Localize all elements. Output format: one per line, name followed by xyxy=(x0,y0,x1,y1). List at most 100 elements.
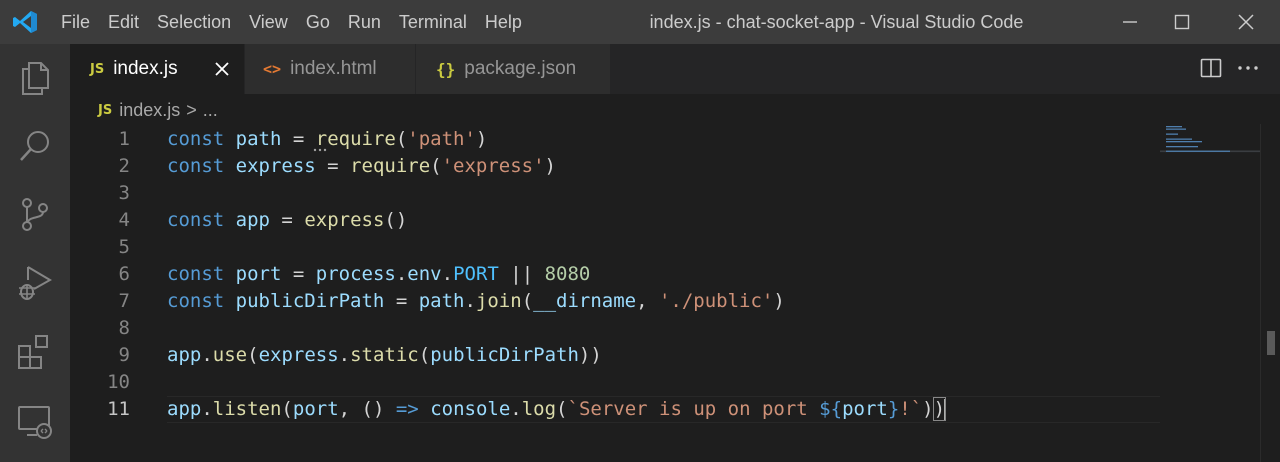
maximize-button[interactable] xyxy=(1152,0,1212,44)
code-token: . xyxy=(395,263,408,285)
minimize-icon xyxy=(1123,21,1137,23)
run-debug-button[interactable] xyxy=(15,262,55,302)
code-line[interactable]: 3 xyxy=(70,180,1260,207)
code-token: const xyxy=(167,263,225,285)
tab-index-js[interactable]: JS index.js xyxy=(70,44,244,94)
code-line[interactable]: 10 xyxy=(70,369,1260,396)
code-text: app.listen(port, () => console.log(`Serv… xyxy=(167,396,947,423)
tab-label: index.html xyxy=(290,58,377,79)
line-number: 9 xyxy=(118,344,130,366)
code-token: ${ xyxy=(819,398,843,420)
scrollbar-thumb[interactable] xyxy=(1267,331,1275,355)
code-token: ( xyxy=(281,398,293,420)
code-token: ( xyxy=(521,290,534,312)
tab-package-json[interactable]: {} package.json xyxy=(416,44,610,94)
tab-label: package.json xyxy=(464,58,577,79)
activity-bar xyxy=(0,44,70,462)
code-token: join xyxy=(475,290,522,312)
more-actions-icon[interactable] xyxy=(1236,56,1260,80)
code-token: . xyxy=(464,290,476,312)
menu-file[interactable]: File xyxy=(52,0,99,44)
code-token: express xyxy=(258,344,339,366)
code-line[interactable]: 5 xyxy=(70,234,1260,261)
menu-bar: File Edit Selection View Go Run Terminal… xyxy=(52,0,531,44)
code-token: PORT xyxy=(453,263,499,285)
menu-terminal[interactable]: Terminal xyxy=(390,0,476,44)
code-token: . xyxy=(510,398,522,420)
code-token: publicDirPath xyxy=(235,290,385,312)
code-line[interactable]: 2 const express = require('express') xyxy=(70,153,1260,180)
breadcrumb-file[interactable]: index.js xyxy=(119,100,180,121)
menu-go[interactable]: Go xyxy=(297,0,339,44)
line-number: 10 xyxy=(107,371,130,393)
code-text: const publicDirPath = path.join(__dirnam… xyxy=(167,288,785,315)
menu-selection[interactable]: Selection xyxy=(148,0,240,44)
split-editor-icon[interactable] xyxy=(1199,56,1223,80)
code-line[interactable]: 8 xyxy=(70,315,1260,342)
search-icon xyxy=(20,131,49,161)
code-line[interactable]: 9 app.use(express.static(publicDirPath)) xyxy=(70,342,1260,369)
code-text: app.use(express.static(publicDirPath)) xyxy=(167,342,602,369)
code-token: ) xyxy=(773,290,785,312)
code-token: . xyxy=(338,344,351,366)
code-token: = xyxy=(281,128,316,150)
line-number: 7 xyxy=(118,290,130,312)
line-number: 11 xyxy=(107,398,130,420)
code-line[interactable]: 11 app.listen(port, () => console.log(`Se… xyxy=(70,396,1260,423)
code-line[interactable]: 1 const path = require('path') xyxy=(70,126,1260,153)
line-number: 5 xyxy=(118,236,130,258)
code-token: const xyxy=(167,209,225,231)
menu-run[interactable]: Run xyxy=(339,0,390,44)
code-token: )) xyxy=(578,344,602,366)
code-token: env xyxy=(407,263,442,285)
close-window-button[interactable] xyxy=(1216,0,1276,44)
code-line[interactable]: 7 const publicDirPath = path.join(__dirna… xyxy=(70,288,1260,315)
suggestion-hint-dots xyxy=(313,148,327,152)
code-token: ) xyxy=(475,128,488,150)
code-token: port xyxy=(842,398,888,420)
close-tab-icon[interactable] xyxy=(212,59,232,79)
line-number: 2 xyxy=(118,155,130,177)
search-button[interactable] xyxy=(15,126,55,166)
source-control-button[interactable] xyxy=(15,194,55,234)
breadcrumb: JS index.js > ... xyxy=(98,96,218,124)
code-token: './public' xyxy=(658,290,774,312)
menu-edit[interactable]: Edit xyxy=(99,0,148,44)
code-text: const port = process.env.PORT || 8080 xyxy=(167,261,590,288)
editor-tab-bar: JS index.js <> index.html {} package.jso… xyxy=(70,44,1280,94)
tab-label: index.js xyxy=(113,58,178,79)
code-line[interactable]: 6 const port = process.env.PORT || 8080 xyxy=(70,261,1260,288)
code-editor[interactable]: 1 const path = require('path') 2 const expr… xyxy=(70,124,1260,462)
code-token: || xyxy=(498,263,545,285)
code-line[interactable]: 4 const app = express() xyxy=(70,207,1260,234)
code-token: ) xyxy=(544,155,556,177)
code-token: 'path' xyxy=(407,128,476,150)
extensions-button[interactable] xyxy=(15,332,55,372)
tab-index-html[interactable]: <> index.html xyxy=(245,44,415,94)
code-token: path xyxy=(235,128,282,150)
breadcrumb-symbols[interactable]: ... xyxy=(203,100,218,121)
code-token: , () xyxy=(338,398,396,420)
code-token: } xyxy=(887,398,900,420)
minimap[interactable] xyxy=(1160,124,1260,164)
minimize-button[interactable] xyxy=(1100,0,1160,44)
title-bar: File Edit Selection View Go Run Terminal… xyxy=(0,0,1280,44)
code-token: __dirname xyxy=(533,290,637,312)
code-token: process xyxy=(315,263,396,285)
menu-help[interactable]: Help xyxy=(476,0,531,44)
run-debug-icon xyxy=(19,266,53,300)
explorer-button[interactable] xyxy=(15,58,55,98)
menu-view[interactable]: View xyxy=(240,0,297,44)
code-token: ( xyxy=(556,398,568,420)
code-token: const xyxy=(167,128,225,150)
code-token: listen xyxy=(212,398,282,420)
vertical-scrollbar[interactable] xyxy=(1260,124,1280,462)
javascript-file-icon: JS xyxy=(90,61,105,77)
code-token: = xyxy=(315,155,351,177)
code-token: publicDirPath xyxy=(430,344,579,366)
remote-explorer-button[interactable] xyxy=(15,402,55,442)
json-file-icon: {} xyxy=(436,59,456,79)
